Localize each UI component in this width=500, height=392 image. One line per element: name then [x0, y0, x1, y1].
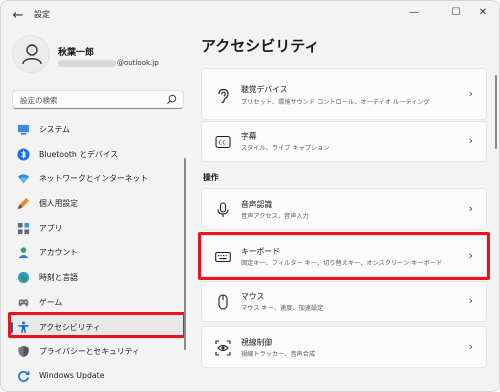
sidebar-item-apps[interactable]: アプリ [9, 216, 183, 241]
sidebar-item-personalization[interactable]: 個人用設定 [9, 191, 183, 216]
title-bar: ← 設定 — ☐ ✕ [1, 1, 499, 31]
system-icon [17, 124, 30, 135]
eye-control-icon [215, 340, 231, 356]
search-icon[interactable] [166, 94, 177, 105]
sidebar-item-label: プライバシーとセキュリティ [39, 347, 140, 357]
avatar[interactable] [12, 35, 50, 73]
chevron-right-icon: › [468, 87, 473, 100]
captions-icon: CC [215, 135, 231, 149]
microphone-icon [217, 202, 229, 217]
time-language-icon [17, 272, 30, 284]
sidebar-item-time-language[interactable]: 時刻と言語 [9, 265, 183, 290]
search-input[interactable]: 設定の検索 [12, 90, 184, 109]
sidebar-item-label: Windows Update [39, 370, 105, 380]
card-title: 聴覚デバイス [241, 85, 288, 94]
chevron-right-icon: › [468, 294, 473, 307]
card-subtitle: スタイル、ライブ キャプション [241, 145, 330, 152]
sidebar-item-network[interactable]: ネットワークとインターネット [9, 166, 183, 191]
highlight-frame-keyboard [198, 232, 490, 280]
page-title: アクセシビリティ [201, 37, 320, 55]
apps-icon [17, 222, 30, 234]
card-eye-control[interactable]: 視線制御 視線トラッカー、音声合成 › [201, 326, 487, 368]
minimize-button[interactable]: — [394, 1, 434, 25]
sidebar-item-label: アプリ [39, 223, 63, 233]
profile-name: 秋葉一郎 [58, 48, 95, 58]
card-subtitle: プリセット、環境サウンド コントロール、オーディオ ルーティング [241, 99, 430, 106]
sidebar-item-bluetooth[interactable]: Bluetooth とデバイス [9, 142, 183, 167]
sidebar-item-label: アカウント [39, 248, 78, 258]
card-title: 視線制御 [241, 338, 273, 347]
card-hearing-devices[interactable]: 聴覚デバイス プリセット、環境サウンド コントロール、オーディオ ルーティング … [201, 68, 487, 120]
mouse-icon [218, 294, 228, 310]
chevron-right-icon: › [468, 134, 473, 147]
card-title: 字幕 [241, 132, 257, 141]
card-title: 音声認識 [241, 200, 273, 209]
account-icon [18, 247, 29, 259]
profile-email: @outlook.jp [58, 59, 159, 67]
privacy-icon [18, 346, 29, 358]
personalization-icon [17, 197, 30, 210]
sidebar-nav: システム Bluetooth とデバイス ネットワークとインターネット 個人用設… [9, 117, 183, 389]
card-title: マウス [241, 292, 265, 301]
sidebar-item-label: 個人用設定 [39, 199, 78, 209]
profile-email-domain: @outlook.jp [117, 59, 159, 67]
sidebar-item-privacy[interactable]: プライバシーとセキュリティ [9, 339, 183, 364]
sidebar-item-system[interactable]: システム [9, 117, 183, 142]
card-subtitle: 音声アクセス、音声入力 [241, 213, 309, 220]
gaming-icon [18, 299, 29, 307]
chevron-right-icon: › [468, 202, 473, 215]
search-placeholder: 設定の検索 [20, 96, 58, 105]
windows-update-icon [18, 370, 30, 382]
card-subtitle: 視線トラッカー、音声合成 [241, 351, 316, 358]
content-scrollbar[interactable] [495, 75, 497, 149]
sidebar-item-gaming[interactable]: ゲーム [9, 290, 183, 315]
sidebar-scrollbar[interactable] [184, 158, 186, 350]
section-title-interaction: 操作 [203, 173, 219, 182]
close-button[interactable]: ✕ [463, 1, 499, 25]
card-speech[interactable]: 音声認識 音声アクセス、音声入力 › [201, 188, 487, 230]
hearing-icon [218, 88, 229, 104]
card-captions[interactable]: CC 字幕 スタイル、ライブ キャプション › [201, 121, 487, 162]
network-icon [17, 174, 30, 184]
svg-text:CC: CC [219, 141, 227, 147]
email-redacted [58, 59, 116, 67]
highlight-frame-accessibility [8, 312, 186, 338]
bluetooth-icon [17, 148, 30, 161]
sidebar-item-label: Bluetooth とデバイス [39, 149, 119, 159]
sidebar-item-label: ゲーム [39, 297, 63, 307]
app-title: 設定 [34, 10, 50, 19]
card-mouse[interactable]: マウス マウス キー、速度、加速設定 › [201, 281, 487, 322]
sidebar-item-accounts[interactable]: アカウント [9, 240, 183, 265]
sidebar-item-label: 時刻と言語 [39, 273, 78, 283]
sidebar-item-windows-update[interactable]: Windows Update [9, 364, 183, 389]
back-button[interactable]: ← [9, 7, 27, 25]
settings-window: ← 設定 — ☐ ✕ 秋葉一郎 @outlook.jp 設定の検索 システム B… [0, 0, 500, 392]
sidebar-item-label: ネットワークとインターネット [39, 174, 149, 184]
sidebar-item-label: システム [39, 125, 70, 134]
card-subtitle: マウス キー、速度、加速設定 [241, 305, 324, 312]
user-icon [22, 44, 42, 65]
chevron-right-icon: › [468, 340, 473, 353]
